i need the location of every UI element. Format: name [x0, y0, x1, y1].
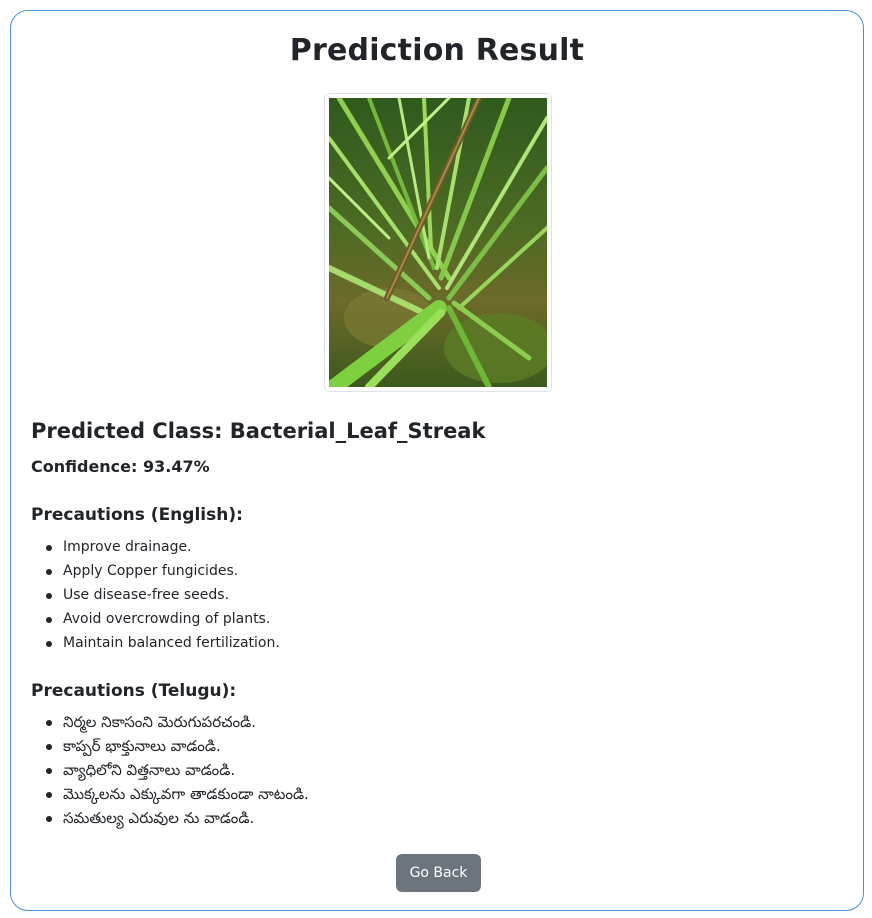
list-item: Avoid overcrowding of plants. [31, 607, 280, 631]
list-item: సమతుల్య ఎరువుల ను వాడండి. [31, 806, 309, 830]
list-item: Improve drainage. [31, 535, 280, 559]
predicted-class: Predicted Class: Bacterial_Leaf_Streak [31, 419, 486, 443]
list-item: కాప్పర్ భాక్తునాలు వాడండి. [31, 734, 309, 758]
go-back-button[interactable]: Go Back [396, 854, 481, 892]
precautions-english-list: Improve drainage. Apply Copper fungicide… [31, 535, 280, 655]
list-item: Maintain balanced fertilization. [31, 631, 280, 655]
list-item: నిర్మల నికాసంని మెరుగుపరచండి. [31, 710, 309, 734]
page-title: Prediction Result [289, 33, 585, 68]
list-item: వ్యాధిలోని విత్తనాలు వాడండి. [31, 758, 309, 782]
precautions-english-heading: Precautions (English): [31, 505, 243, 525]
rice-plant-photo [329, 98, 547, 387]
list-item: Use disease-free seeds. [31, 583, 280, 607]
precautions-telugu-list: నిర్మల నికాసంని మెరుగుపరచండి. కాప్పర్ భా… [31, 710, 309, 830]
uploaded-leaf-image [324, 93, 552, 392]
confidence-score: Confidence: 93.47% [31, 457, 210, 476]
list-item: మొక్కలను ఎక్కువగా తాడకుండా నాటండి. [31, 782, 309, 806]
precautions-telugu-heading: Precautions (Telugu): [31, 681, 237, 701]
list-item: Apply Copper fungicides. [31, 559, 280, 583]
result-card: Prediction Result Predicted Class: Bacte… [10, 10, 864, 911]
